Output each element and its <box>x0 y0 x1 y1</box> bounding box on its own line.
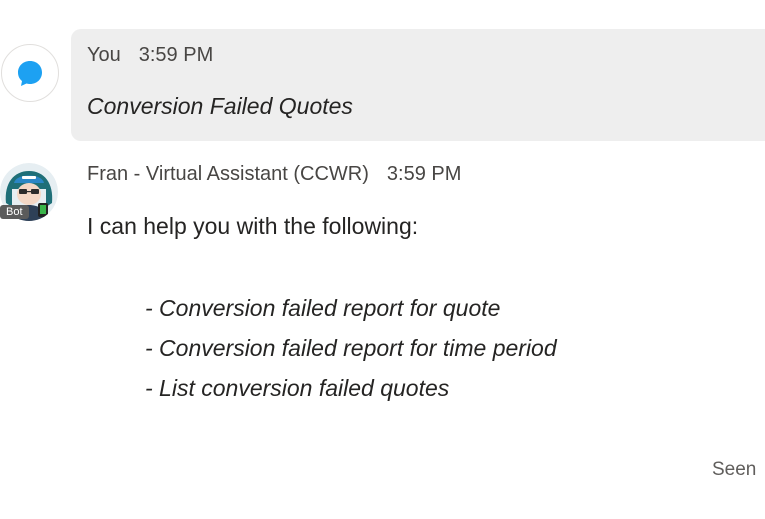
chat-bubble-icon <box>18 61 42 86</box>
sender-name: Fran - Virtual Assistant (CCWR) <box>87 163 369 185</box>
chat-transcript: You 3:59 PM Conversion Failed Quotes Bot … <box>0 0 765 519</box>
list-item: - Conversion failed report for quote <box>145 295 501 321</box>
bot-badge: Bot <box>0 205 29 219</box>
user-message-bubble: You 3:59 PM Conversion Failed Quotes <box>71 29 765 141</box>
bot-options-list: - Conversion failed report for quote - C… <box>145 292 557 412</box>
list-item: - List conversion failed quotes <box>145 375 450 401</box>
sender-name: You <box>87 44 121 66</box>
user-message-header: You 3:59 PM <box>87 44 213 67</box>
bot-message-header: Fran - Virtual Assistant (CCWR) 3:59 PM <box>87 163 461 186</box>
bot-message-intro: I can help you with the following: <box>87 213 419 239</box>
list-item: - Conversion failed report for time peri… <box>145 335 557 361</box>
message-time: 3:59 PM <box>386 163 462 185</box>
user-message-text: Conversion Failed Quotes <box>87 93 353 119</box>
user-avatar <box>1 44 59 102</box>
seen-status: Seen <box>712 459 757 480</box>
message-time: 3:59 PM <box>138 44 214 66</box>
